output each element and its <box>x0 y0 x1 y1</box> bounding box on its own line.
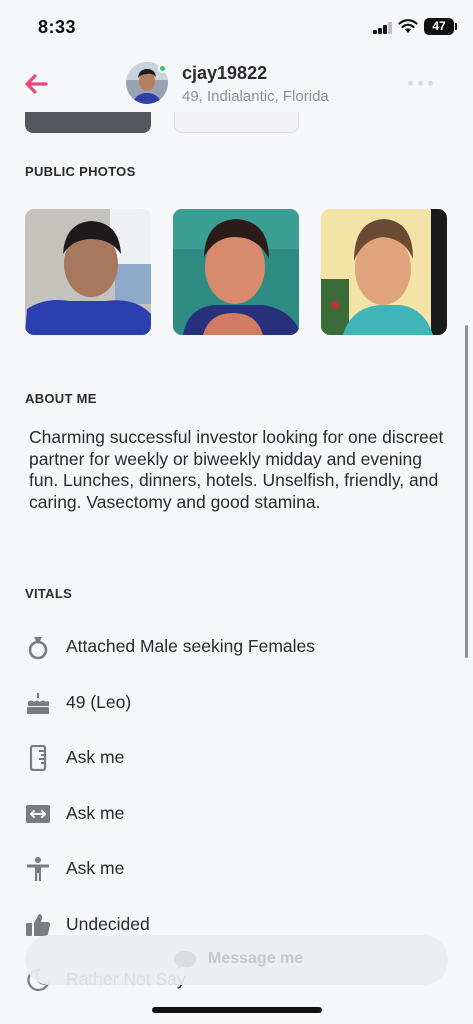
message-me-button[interactable]: Message me <box>25 935 448 985</box>
vital-height: Ask me <box>25 743 445 773</box>
vital-label: Ask me <box>66 858 125 878</box>
public-photo[interactable] <box>173 209 299 335</box>
back-arrow-icon[interactable] <box>20 68 52 100</box>
vital-label: Attached Male seeking Females <box>66 636 316 656</box>
vital-label: Ask me <box>66 803 125 823</box>
vital-age: 49 (Leo) <box>25 688 445 718</box>
status-bar: 8:33 47 <box>0 0 473 56</box>
vitals-heading: VITALS <box>25 586 73 601</box>
profile-username: cjay19822 <box>182 63 268 83</box>
about-me-text: Charming successful investor looking for… <box>29 427 444 512</box>
message-me-label: Message me <box>208 950 304 967</box>
cake-icon <box>27 693 49 714</box>
home-indicator <box>152 1007 322 1013</box>
cellular-signal-icon <box>373 22 393 34</box>
public-photo[interactable] <box>25 209 151 335</box>
chat-bubble-icon <box>174 951 196 969</box>
profile-age-location: 49, Indialantic, Florida <box>182 88 329 105</box>
online-status-dot <box>158 64 167 73</box>
vital-relationship: Attached Male seeking Females <box>25 632 445 662</box>
vital-build: Ask me <box>25 854 445 884</box>
wifi-icon <box>398 19 418 33</box>
vital-body-type: Ask me <box>25 799 445 829</box>
battery-icon: 47 <box>424 18 457 35</box>
ruler-icon <box>29 745 47 771</box>
scrollbar[interactable] <box>465 325 468 658</box>
private-photo-tile[interactable] <box>25 112 151 133</box>
public-photos-heading: PUBLIC PHOTOS <box>25 164 136 179</box>
width-arrows-icon <box>26 805 50 823</box>
person-icon <box>27 857 49 881</box>
vital-label: Ask me <box>66 747 125 767</box>
status-time: 8:33 <box>38 17 77 37</box>
ring-icon <box>28 637 48 660</box>
about-me-heading: ABOUT ME <box>25 391 97 406</box>
vital-label: Undecided <box>66 914 150 934</box>
public-photo[interactable] <box>321 209 447 335</box>
profile-header: cjay19822 49, Indialantic, Florida <box>0 56 473 112</box>
vital-label: 49 (Leo) <box>66 692 132 712</box>
more-options-icon[interactable] <box>408 78 434 88</box>
private-photo-tile[interactable] <box>174 112 299 133</box>
